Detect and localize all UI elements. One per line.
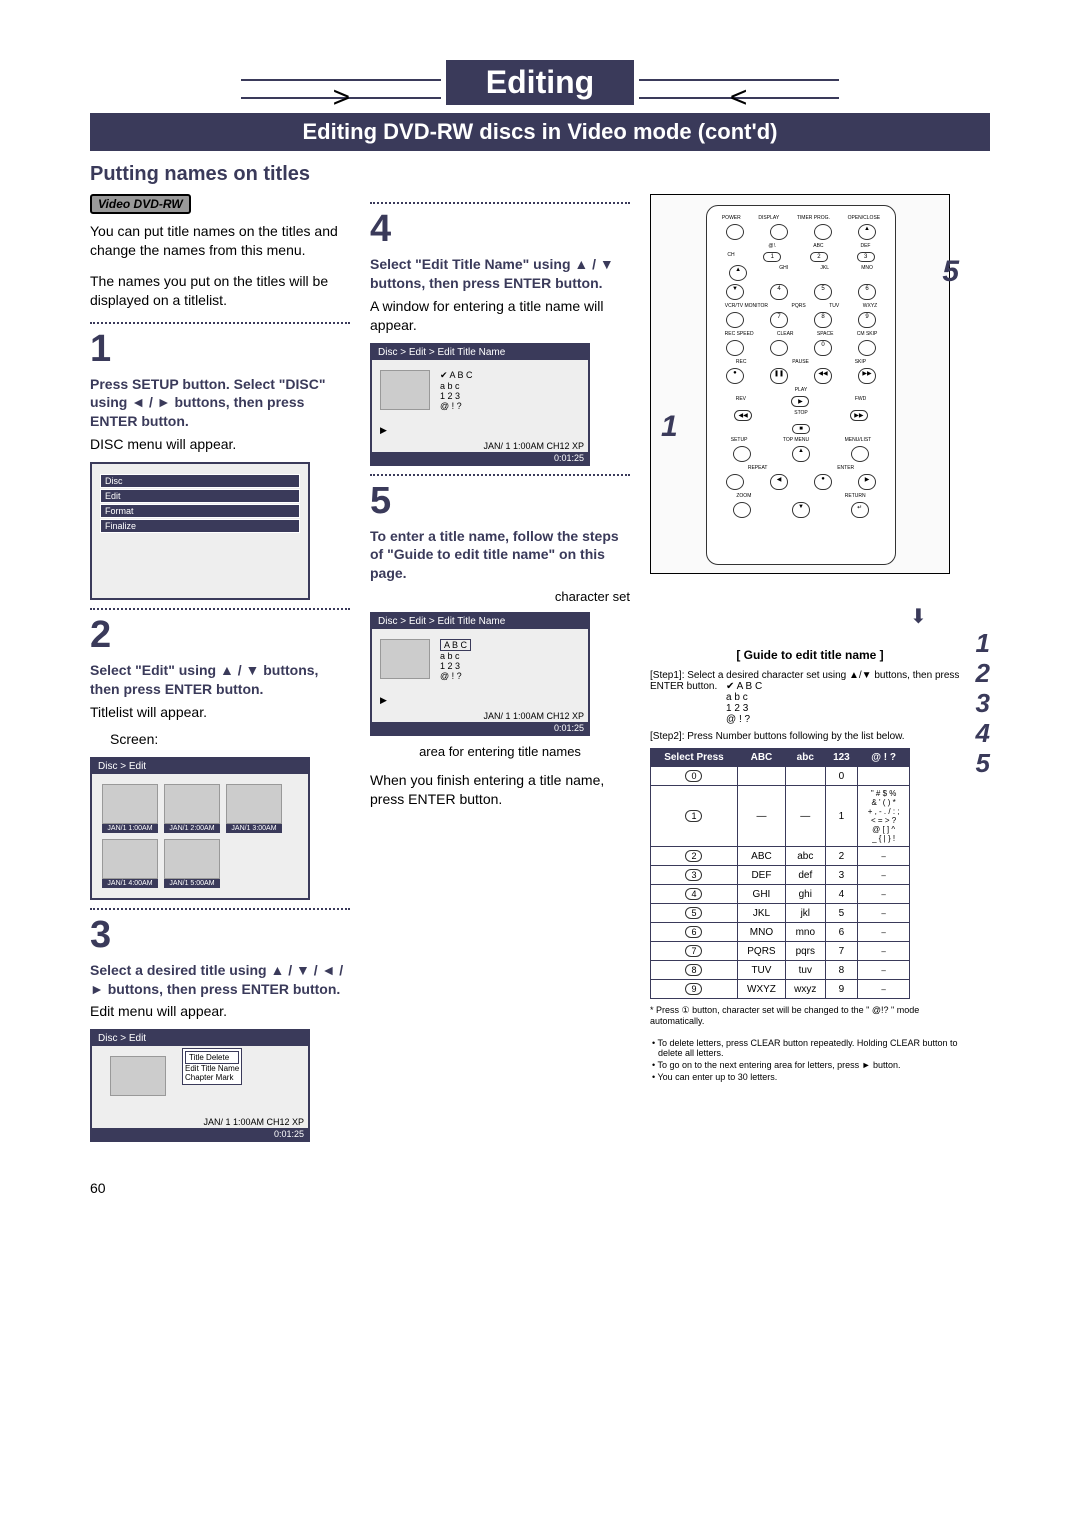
step3-bold: Select a desired title using ▲ / ▼ / ◄ /… xyxy=(90,961,350,999)
guide-footnote: * Press ① button, character set will be … xyxy=(650,1005,970,1026)
guide-notes: • To delete letters, press CLEAR button … xyxy=(650,1038,970,1082)
section-heading: Putting names on titles xyxy=(90,163,990,186)
step1-screen: Disc Edit Format Finalize xyxy=(90,462,310,600)
character-table: Select Press ABC abc 123 @ ! ? 001——1" #… xyxy=(650,748,910,999)
page-title-bar: Editing xyxy=(90,60,990,105)
step3-text: Edit menu will appear. xyxy=(90,1002,350,1021)
step5-after: When you finish entering a title name, p… xyxy=(370,771,630,809)
step4-bold: Select "Edit Title Name" using ▲ / ▼ but… xyxy=(370,255,630,293)
main-title: Editing xyxy=(446,60,634,105)
area-label: area for entering title names xyxy=(370,744,630,759)
step5-screen: Disc > Edit > Edit Title Name A B C a b … xyxy=(370,612,590,736)
subtitle-bar: Editing DVD-RW discs in Video mode (cont… xyxy=(90,113,990,151)
remote-diagram: 1 5 POWERDISPLAYTIMER PROG.OPEN/CLOSE ▲ … xyxy=(650,194,950,574)
step4-text: A window for entering a title name will … xyxy=(370,297,630,335)
step3-screen: Disc > Edit Title Delete Edit Title Name… xyxy=(90,1029,310,1142)
step2-bold: Select "Edit" using ▲ / ▼ buttons, then … xyxy=(90,661,350,699)
arrow-down-icon: ⬇ xyxy=(910,604,970,629)
charset-label: character set xyxy=(370,589,630,604)
video-dvdrw-badge: Video DVD-RW xyxy=(90,194,191,214)
step5-bold: To enter a title name, follow the steps … xyxy=(370,527,630,584)
step2-screen: Disc > Edit JAN/1 1:00AM JAN/1 2:00AM JA… xyxy=(90,757,310,900)
step2-label: Screen: xyxy=(90,730,350,749)
page-number: 60 xyxy=(90,1180,990,1196)
intro-p1: You can put title names on the titles an… xyxy=(90,222,350,260)
step1-bold: Press SETUP button. Select "DISC" using … xyxy=(90,375,350,432)
step4-screen: Disc > Edit > Edit Title Name ✔ A B C a … xyxy=(370,343,590,466)
step3-num: 3 xyxy=(90,914,350,957)
step1-text: DISC menu will appear. xyxy=(90,435,350,454)
step2-text: Titlelist will appear. xyxy=(90,703,350,722)
step1-num: 1 xyxy=(90,328,350,371)
step4-num: 4 xyxy=(370,208,630,251)
step2-num: 2 xyxy=(90,614,350,657)
intro-p2: The names you put on the titles will be … xyxy=(90,272,350,310)
step5-num: 5 xyxy=(370,480,630,523)
